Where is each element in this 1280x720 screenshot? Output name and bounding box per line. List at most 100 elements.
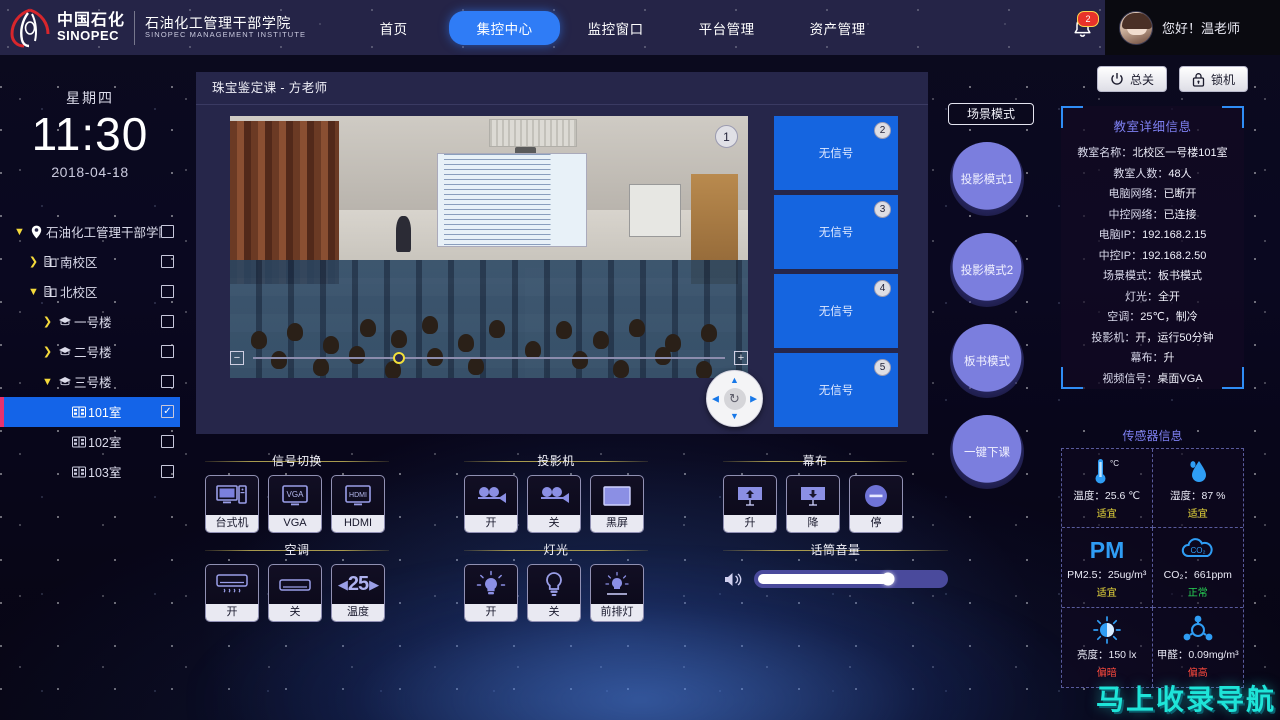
blank-screen-icon (591, 476, 643, 515)
chevron-right-icon[interactable]: ❯ (40, 315, 55, 328)
aircon-on-icon (206, 565, 258, 604)
tree-checkbox[interactable] (161, 225, 174, 239)
brand-chinese-name: 中国石化 SINOPEC (52, 12, 134, 43)
nav-item-asset-management[interactable]: 资产管理 (782, 11, 893, 45)
building-icon (41, 255, 60, 268)
scene-button-blackboard[interactable]: 板书模式 (950, 324, 1024, 398)
projector-blank-button[interactable]: 黑屏 (590, 475, 644, 533)
info-row-pc-ip: 电脑IP：192.168.2.15 (1098, 229, 1207, 241)
tree-node-building-2[interactable]: ❯ 二号楼 (0, 337, 180, 367)
notification-bell-button[interactable]: 2 (1059, 0, 1105, 55)
tree-label: 103室 (88, 466, 122, 481)
temp-increase-icon[interactable]: ▶ (369, 577, 379, 593)
tree-checkbox[interactable] (161, 255, 174, 269)
aircon-temperature-stepper[interactable]: ◀ 25 ▶ 温度 (331, 564, 385, 622)
tree-checkbox[interactable] (161, 465, 174, 479)
notification-count-badge: 2 (1077, 11, 1099, 27)
screen-up-button[interactable]: 升 (723, 475, 777, 533)
temp-decrease-icon[interactable]: ◀ (338, 577, 348, 593)
zoom-in-button[interactable]: + (734, 351, 748, 365)
tree-label: 一号楼 (74, 316, 112, 331)
mic-volume-fill (758, 574, 888, 584)
signal-vga-button[interactable]: VGA VGA (268, 475, 322, 533)
main-camera-feed[interactable]: 1 (230, 116, 748, 378)
nav-item-control-center[interactable]: 集控中心 (449, 10, 561, 45)
sensor-cell-formaldehyde: 甲醛：0.09mg/m³ 偏高 (1153, 608, 1244, 687)
tree-checkbox[interactable] (161, 285, 174, 299)
scene-mode-header[interactable]: 场景模式 (948, 103, 1034, 125)
front-row-lamp-button[interactable]: 前排灯 (590, 564, 644, 622)
tree-node-room-101[interactable]: 101室 ✓ (0, 396, 180, 427)
signal-hdmi-button[interactable]: HDMI HDMI (331, 475, 385, 533)
lock-screen-button[interactable]: 锁机 (1178, 66, 1248, 92)
info-row-video-signal: 视频信号：桌面VGA (1102, 372, 1203, 385)
svg-text:PM: PM (1090, 537, 1125, 563)
zoom-slider-knob[interactable] (393, 352, 406, 364)
chevron-down-icon[interactable]: ▼ (26, 286, 41, 298)
tree-label: 101室 (88, 406, 122, 421)
aircon-on-button[interactable]: 开 (205, 564, 259, 622)
power-off-all-button[interactable]: 总关 (1096, 66, 1167, 92)
group-title: 话筒音量 (723, 541, 948, 559)
chevron-down-icon[interactable]: ▼ (12, 226, 27, 238)
scene-button-projection-2[interactable]: 投影模式2 (950, 233, 1024, 307)
tree-node-south-campus[interactable]: ❯ 南校区 (0, 247, 180, 277)
projector-off-button[interactable]: 关 (527, 475, 581, 533)
chevron-right-icon[interactable]: ❯ (26, 255, 41, 268)
tree-node-building-1[interactable]: ❯ 一号楼 (0, 307, 180, 337)
hdmi-monitor-icon: HDMI (332, 476, 384, 515)
brand-cn-bottom: SINOPEC (57, 28, 120, 44)
camera-feed-5[interactable]: 无信号 5 (774, 353, 898, 427)
tree-label: 北校区 (60, 286, 98, 301)
scene-button-projection-1[interactable]: 投影模式1 (950, 142, 1024, 216)
camera-feed-4[interactable]: 无信号 4 (774, 274, 898, 348)
tree-checkbox[interactable] (161, 345, 174, 359)
control-panel: 信号切换 台式机 VGA VGA HDMI HDMI 投影机 开 关 黑屏 幕布… (196, 444, 948, 634)
info-row-lighting: 灯光：全开 (1125, 290, 1180, 303)
camera-zoom-control: − + (230, 347, 748, 369)
nav-item-home[interactable]: 首页 (338, 11, 449, 45)
sensor-value: 温度：25.6 ℃ (1073, 490, 1141, 503)
tree-node-building-3[interactable]: ▼ 三号楼 (0, 367, 180, 397)
brand-cn-top: 中国石化 (57, 11, 126, 29)
tree-node-room-102[interactable]: 102室 (0, 427, 180, 457)
aircon-off-button[interactable]: 关 (268, 564, 322, 622)
button-label: 开 (465, 515, 517, 532)
signal-desktop-button[interactable]: 台式机 (205, 475, 259, 533)
tree-checkbox[interactable] (161, 315, 174, 329)
mic-volume-knob[interactable] (881, 572, 895, 586)
camera-feed-2[interactable]: 无信号 2 (774, 116, 898, 190)
lamp-off-button[interactable]: 关 (527, 564, 581, 622)
tree-label: 南校区 (60, 256, 98, 271)
scene-button-end-class[interactable]: 一键下课 (950, 415, 1024, 489)
zoom-slider-track[interactable] (253, 352, 725, 364)
tree-checkbox[interactable] (161, 375, 174, 389)
zoom-out-button[interactable]: − (230, 351, 244, 365)
chevron-right-icon[interactable]: ❯ (40, 345, 55, 358)
nav-item-monitor-window[interactable]: 监控窗口 (560, 11, 671, 45)
mic-volume-slider[interactable] (754, 570, 948, 588)
tree-checkbox[interactable] (161, 435, 174, 449)
ptz-up-icon[interactable]: ▲ (730, 376, 739, 385)
ptz-reset-icon[interactable]: ↻ (723, 387, 746, 410)
ptz-down-icon[interactable]: ▼ (730, 412, 739, 421)
tree-node-room-103[interactable]: 103室 (0, 457, 180, 487)
brand-logo-group[interactable]: 中国石化 SINOPEC 石油化工管理干部学院 SINOPEC MANAGEME… (0, 0, 306, 55)
camera-feed-3[interactable]: 无信号 3 (774, 195, 898, 269)
info-row-controller-ip: 中控IP：192.168.2.50 (1098, 249, 1207, 262)
lamp-on-button[interactable]: 开 (464, 564, 518, 622)
tree-node-north-campus[interactable]: ▼ 北校区 (0, 277, 180, 307)
user-profile-button[interactable]: 您好！温老师 (1105, 0, 1280, 55)
tree-node-institute[interactable]: ▼ 石油化工管理干部学院 (0, 217, 180, 247)
control-group-mic-volume: 话筒音量 (723, 541, 948, 588)
ptz-right-icon[interactable]: ▶ (750, 394, 757, 403)
screen-stop-button[interactable]: 停 (849, 475, 903, 533)
desktop-pc-icon (206, 476, 258, 515)
tree-checkbox-checked[interactable]: ✓ (161, 405, 174, 419)
chevron-down-icon[interactable]: ▼ (40, 376, 55, 388)
projector-on-button[interactable]: 开 (464, 475, 518, 533)
screen-down-button[interactable]: 降 (786, 475, 840, 533)
ptz-joystick[interactable]: ▲ ▼ ◀ ▶ ↻ (706, 370, 763, 427)
nav-item-platform-management[interactable]: 平台管理 (671, 11, 782, 45)
ptz-left-icon[interactable]: ◀ (712, 394, 719, 403)
